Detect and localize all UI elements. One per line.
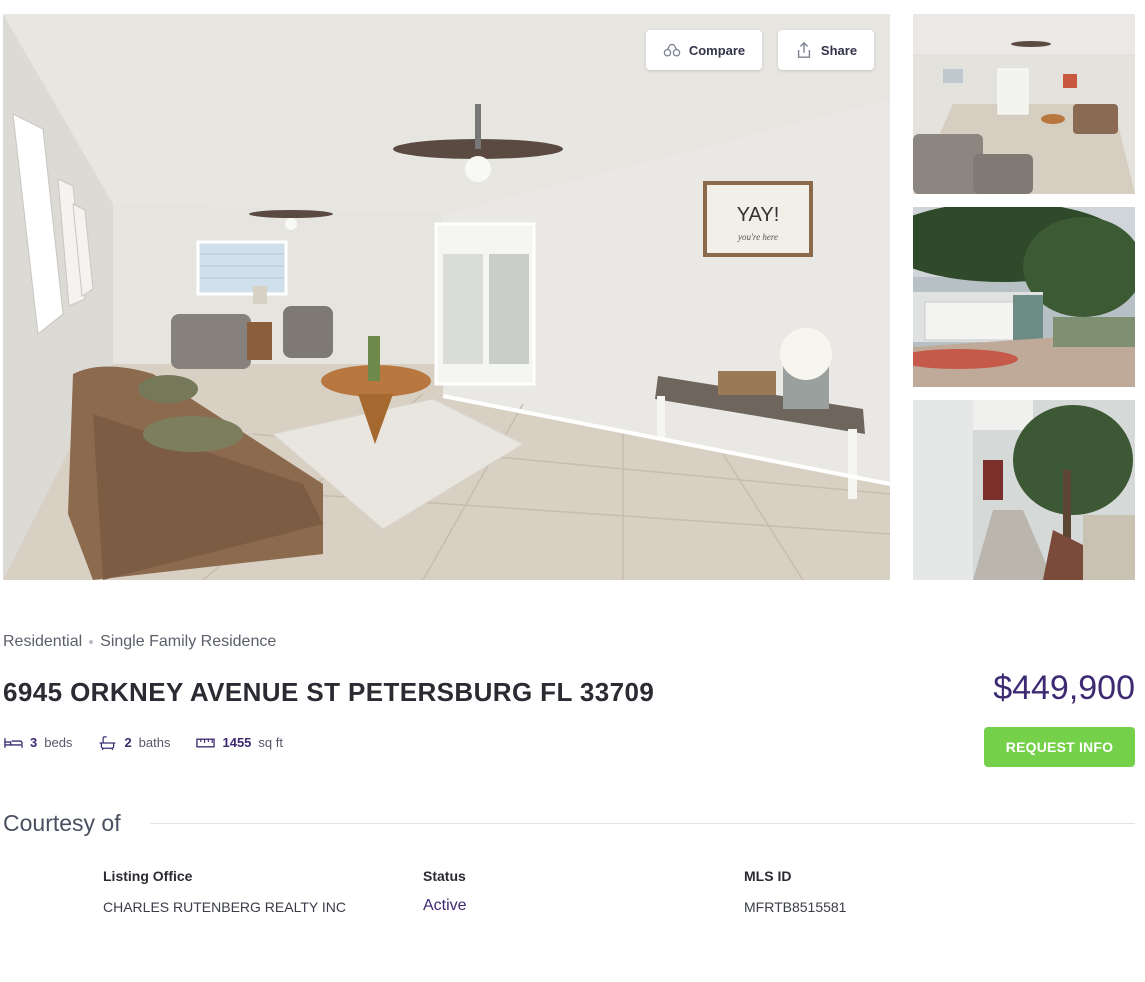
baths-spec: 2 baths	[98, 735, 170, 750]
baths-count: 2	[124, 735, 132, 750]
share-button[interactable]: Share	[778, 30, 874, 70]
breadcrumb-separator	[89, 640, 94, 644]
status-label: Status	[423, 868, 466, 884]
property-specs: 3 beds 2 baths 1455 sq ft	[4, 735, 283, 750]
thumbnail-entryway[interactable]	[913, 400, 1135, 580]
living-room-image: YAY! you're here	[3, 14, 890, 580]
baths-label: baths	[138, 735, 171, 750]
compare-label: Compare	[688, 42, 746, 58]
thumbnail-living-room[interactable]	[913, 14, 1135, 194]
compare-icon	[663, 43, 681, 57]
property-subtype: Single Family Residence	[100, 633, 277, 650]
bed-icon	[4, 737, 23, 748]
sqft-spec: 1455 sq ft	[196, 735, 283, 750]
wall-sign-text: YAY!	[737, 204, 780, 226]
beds-count: 3	[30, 735, 38, 750]
photo-gallery: YAY! you're here Compare Share	[3, 14, 1136, 580]
listing-office-column: Listing Office CHARLES RUTENBERG REALTY …	[103, 868, 346, 915]
courtesy-heading: Courtesy of	[3, 810, 121, 836]
compare-button[interactable]: Compare	[646, 30, 762, 70]
courtesy-divider	[150, 823, 1135, 824]
beds-label: beds	[44, 735, 73, 750]
wall-sign-subtext: you're here	[737, 232, 778, 242]
property-address: 6945 ORKNEY AVENUE ST PETERSBURG FL 3370…	[3, 677, 655, 707]
entryway-thumb-image	[913, 400, 1135, 580]
listing-office-label: Listing Office	[103, 868, 193, 884]
sqft-count: 1455	[222, 735, 252, 750]
beds-spec: 3 beds	[4, 735, 72, 750]
listing-office-value: CHARLES RUTENBERG REALTY INC	[103, 899, 346, 915]
property-category: Residential	[3, 633, 83, 650]
share-icon	[797, 41, 810, 58]
exterior-front-thumb-image	[913, 207, 1135, 387]
share-label: Share	[820, 42, 858, 58]
request-info-button[interactable]: REQUEST INFO	[984, 727, 1135, 767]
property-price: $449,900	[993, 669, 1135, 707]
thumbnail-exterior-front[interactable]	[913, 207, 1135, 387]
main-photo[interactable]: YAY! you're here Compare Share	[3, 14, 890, 580]
mls-id-label: MLS ID	[744, 868, 792, 884]
property-type-breadcrumb: Residential Single Family Residence	[3, 633, 276, 651]
status-column: Status Active	[423, 868, 467, 915]
bathtub-icon	[100, 735, 116, 750]
mls-id-value: MFRTB8515581	[744, 899, 847, 915]
sqft-label: sq ft	[258, 735, 283, 750]
living-room-thumb-image	[913, 14, 1135, 194]
ruler-icon	[196, 738, 216, 747]
mls-id-column: MLS ID MFRTB8515581	[744, 868, 846, 915]
status-value: Active	[423, 897, 467, 914]
